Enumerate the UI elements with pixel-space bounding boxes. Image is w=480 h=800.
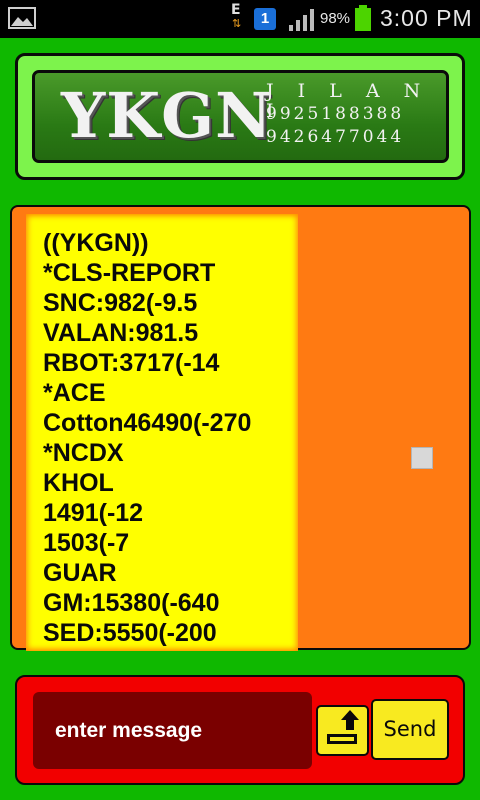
message-line: KHOL (43, 469, 114, 497)
message-line: GUAR (43, 559, 117, 587)
message-line: VALAN:981.5 (43, 319, 199, 347)
message-line: SNC:982(-9.5 (43, 289, 198, 317)
message-line: RBOT:3717(-14 (43, 349, 220, 377)
message-line: SED:5550(-200 (43, 619, 217, 647)
message-line: 1503(-7 (43, 529, 130, 557)
message-select-checkbox[interactable] (411, 447, 433, 469)
battery-percent: 98% (320, 10, 351, 27)
upload-button[interactable] (316, 705, 369, 756)
header-banner: YKGN J I L A N I 9925188388 9426477044 (15, 53, 465, 180)
message-line: ((YKGN)) (43, 229, 149, 257)
upload-icon (327, 710, 359, 744)
message-line: Cotton46490(-270 (43, 409, 252, 437)
message-line: GM:15380(-640 (43, 589, 220, 617)
gallery-notification-icon (8, 7, 36, 29)
message-line: *NCDX (43, 439, 124, 467)
battery-icon (355, 5, 371, 31)
message-list[interactable]: ((YKGN)) *CLS-REPORT SNC:982(-9.5 VALAN:… (10, 205, 471, 651)
network-data-icon: E ⇅ (231, 2, 242, 30)
message-text: ((YKGN)) *CLS-REPORT SNC:982(-9.5 VALAN:… (26, 228, 251, 648)
message-line: *CLS-REPORT (43, 259, 216, 287)
phone-number-1: 9925188388 (266, 104, 405, 124)
logo-text: YKGN (61, 79, 273, 152)
logo-panel: YKGN J I L A N I 9925188388 9426477044 (32, 70, 449, 163)
message-line: 1491(-12 (43, 499, 144, 527)
clock: 3:00 PM (380, 5, 473, 31)
signal-strength-icon (289, 9, 314, 31)
message-input[interactable]: enter message (33, 692, 312, 769)
send-button[interactable]: Send (371, 699, 449, 760)
phone-number-2: 9426477044 (266, 127, 405, 147)
notification-badge: 1 (254, 8, 276, 30)
message-line: *ACE (43, 379, 106, 407)
network-type-label: E (231, 2, 241, 18)
status-bar: E ⇅ 1 98% 3:00 PM (0, 0, 480, 38)
compose-bar: enter message Send (15, 675, 465, 785)
message-bubble[interactable]: ((YKGN)) *CLS-REPORT SNC:982(-9.5 VALAN:… (26, 214, 298, 651)
